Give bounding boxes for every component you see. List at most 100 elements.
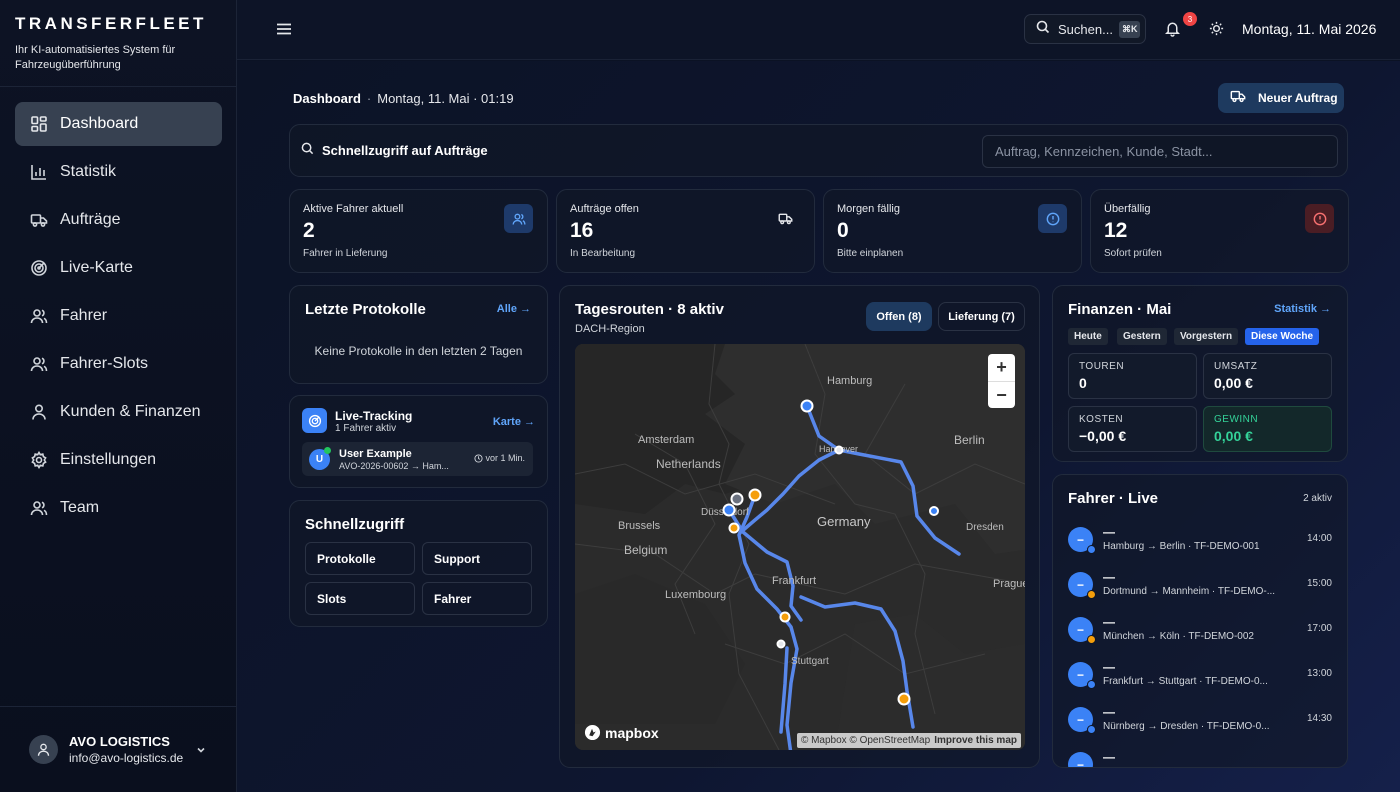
route-marker [897,692,911,706]
zoom-controls: + − [988,354,1015,408]
driver-route: Frankfurt → Stuttgart · TF-DEMO-0... [1103,676,1268,687]
status-dot [1087,545,1096,554]
card-title: Live-Tracking [335,409,413,423]
stat-active-drivers[interactable]: Aktive Fahrer aktuell 2 Fahrer in Liefer… [289,189,548,273]
stat-due-tomorrow[interactable]: Morgen fällig 0 Bitte einplanen [823,189,1082,273]
card-subtitle: 1 Fahrer aktiv [335,423,397,434]
stat-overdue[interactable]: Überfällig 12 Sofort prüfen [1090,189,1349,273]
menu-icon[interactable] [275,20,293,43]
sidebar-item-label: Dashboard [60,115,139,132]
radar-icon [30,259,48,277]
quick-support-button[interactable]: Support [422,542,532,575]
quick-protocols-button[interactable]: Protokolle [305,542,415,575]
chevron-down-icon[interactable] [195,743,207,761]
bell-icon[interactable] [1164,20,1181,42]
stat-title: Morgen fällig [837,203,900,215]
card-subtitle: DACH-Region [575,323,645,335]
mapbox-wordmark: mapbox [605,724,659,741]
order-search-input[interactable] [982,135,1338,168]
new-order-label: Neuer Auftrag [1258,91,1338,105]
new-order-button[interactable]: Neuer Auftrag [1218,83,1344,113]
route-marker [929,506,939,516]
tab-open[interactable]: Offen (8) [866,302,932,331]
driver-route: AVO-2026-00602 → Ham... [339,461,449,471]
table-row[interactable]: − — Nürnberg → Dresden · TF-DEMO-0... 14… [1068,703,1338,743]
top-bar: Suchen... ⌘K 3 Montag, 11. Mai 2026 [237,0,1400,60]
route-map[interactable]: Hamburg Berlin Amsterdam Netherlands Han… [575,344,1025,750]
status-dot [1087,725,1096,734]
kpi-tours: TOUREN 0 [1068,353,1197,399]
brand-tagline: Ihr KI-automatisiertes System für Fahrze… [15,44,176,71]
mapbox-icon [584,724,601,741]
table-row[interactable]: − — München → Köln · TF-DEMO-002 17:00 [1068,613,1338,653]
truck-icon [771,204,800,233]
global-search-button[interactable]: Suchen... ⌘K [1024,14,1146,44]
sidebar-item-fahrer-slots[interactable]: Fahrer-Slots [15,342,222,386]
shortcut-badge: ⌘K [1118,20,1141,38]
kpi-costs: KOSTEN −0,00 € [1068,406,1197,452]
stat-title: Aufträge offen [570,203,639,215]
sidebar-item-team[interactable]: Team [15,486,222,530]
kpi-value: 0 [1079,375,1087,391]
sidebar-item-live-karte[interactable]: Live-Karte [15,246,222,290]
map-link[interactable]: Karte → [493,416,535,428]
bar-chart-icon [30,163,48,181]
sidebar-nav: Dashboard Statistik Aufträge Live-Karte … [15,102,222,534]
empty-state: Keine Protokolle in den letzten 2 Tagen [314,344,523,358]
table-row[interactable]: − — Hamburg → Berlin · TF-DEMO-001 14:00 [1068,523,1338,563]
driver-time: 17:00 [1306,623,1332,634]
stat-title: Überfällig [1104,203,1151,215]
driver-name: — [1103,750,1115,764]
protocols-all-link[interactable]: Alle → [497,303,531,315]
quick-slots-button[interactable]: Slots [305,582,415,615]
stat-value: 16 [570,219,594,242]
period-day-before[interactable]: Vorgestern [1174,328,1239,345]
kpi-value: −0,00 € [1079,428,1127,444]
table-row[interactable]: − — Frankfurt → Stuttgart · TF-DEMO-0...… [1068,658,1338,698]
breadcrumb: Dashboard · Montag, 11. Mai · 01:19 [293,91,514,106]
driver-route: München → Köln · TF-DEMO-002 [1103,631,1254,642]
sidebar-item-auftraege[interactable]: Aufträge [15,198,222,242]
sun-icon[interactable] [1208,20,1225,42]
zoom-out-button[interactable]: − [988,381,1015,408]
table-row[interactable]: − — [1068,748,1338,767]
map-label-brussels: Brussels [618,520,661,532]
quick-drivers-button[interactable]: Fahrer [422,582,532,615]
sidebar-item-label: Fahrer-Slots [60,355,149,372]
statistics-link[interactable]: Statistik → [1274,303,1331,315]
tab-delivery[interactable]: Lieferung (7) [938,302,1025,331]
table-row[interactable]: − — Dortmund → Mannheim · TF-DEMO-... 15… [1068,568,1338,608]
map-label-hamburg: Hamburg [827,375,872,387]
map-label-frankfurt: Frankfurt [772,575,816,587]
period-this-week[interactable]: Diese Woche [1245,328,1320,345]
stat-subtitle: In Bearbeitung [570,248,636,259]
sidebar-item-dashboard[interactable]: Dashboard [15,102,222,146]
kpi-label: UMSATZ [1214,361,1258,372]
sidebar-item-fahrer[interactable]: Fahrer [15,294,222,338]
quick-access-card: Schnellzugriff Protokolle Support Slots … [289,500,548,627]
kpi-label: KOSTEN [1079,414,1124,425]
improve-map-link[interactable]: Improve this map [934,735,1017,746]
search-label: Suchen... [1058,21,1113,37]
zoom-in-button[interactable]: + [988,354,1015,381]
sidebar-item-statistik[interactable]: Statistik [15,150,222,194]
status-dot [1087,680,1096,689]
account-menu[interactable]: AVO LOGISTICS info@avo-logistics.de [0,706,237,792]
driver-name: User Example [339,448,412,460]
kpi-label: TOUREN [1079,361,1125,372]
map-canvas[interactable]: Hamburg Berlin Amsterdam Netherlands Han… [575,344,1025,750]
attribution-text[interactable]: © Mapbox © OpenStreetMap [801,735,930,746]
active-count: 2 aktiv [1303,493,1332,504]
map-label-berlin: Berlin [954,433,985,447]
current-date: Montag, 11. Mai 2026 [1242,21,1377,37]
list-item[interactable]: U User Example AVO-2026-00602 → Ham... v… [302,442,533,476]
stat-subtitle: Sofort prüfen [1104,248,1162,259]
stat-open-orders[interactable]: Aufträge offen 16 In Bearbeitung [556,189,815,273]
sidebar-item-einstellungen[interactable]: Einstellungen [15,438,222,482]
users-icon [30,499,48,517]
mapbox-logo[interactable]: mapbox [584,724,659,741]
period-today[interactable]: Heute [1068,328,1108,345]
kpi-profit: GEWINN 0,00 € [1203,406,1332,452]
period-yesterday[interactable]: Gestern [1117,328,1167,345]
sidebar-item-kunden-finanzen[interactable]: Kunden & Finanzen [15,390,222,434]
